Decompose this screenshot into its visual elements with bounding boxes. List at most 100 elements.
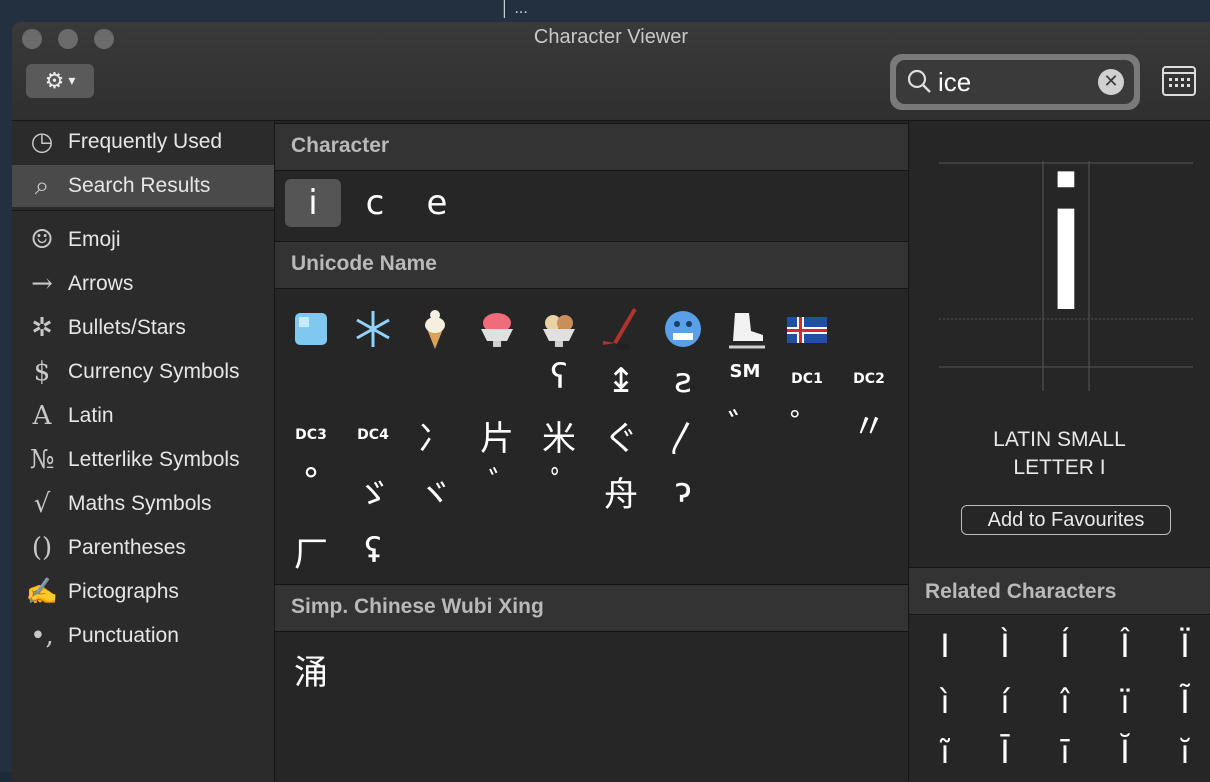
- sidebar-item-parentheses[interactable]: () Parentheses: [12, 527, 274, 569]
- soft-ice-cream-icon[interactable]: [407, 305, 463, 353]
- ice-cream-icon[interactable]: [531, 305, 587, 353]
- sidebar-item-label: Frequently Used: [68, 130, 223, 153]
- related-char[interactable]: ĩ: [925, 733, 965, 777]
- related-char[interactable]: Í: [1045, 627, 1085, 671]
- char-cell[interactable]: ﾟ: [531, 457, 587, 505]
- writing-hand-icon: ✍: [25, 577, 59, 607]
- section-header-character: Character: [275, 123, 908, 171]
- chevron-down-icon: ▾: [68, 73, 76, 89]
- magnifier-icon: [907, 69, 931, 93]
- snowflake-icon[interactable]: [345, 305, 401, 353]
- sidebar-item-bullets-stars[interactable]: ✲ Bullets/Stars: [12, 307, 274, 349]
- char-cell[interactable]: ゛: [717, 399, 773, 447]
- sidebar-item-arrows[interactable]: → Arrows: [12, 263, 274, 305]
- char-cell[interactable]: ʢ: [345, 527, 401, 575]
- related-char[interactable]: í: [985, 683, 1025, 727]
- char-cell[interactable]: ƨ: [655, 357, 711, 405]
- related-char[interactable]: ï: [1105, 683, 1145, 727]
- char-cell[interactable]: ⾈: [593, 467, 649, 515]
- related-char[interactable]: î: [1045, 683, 1085, 727]
- add-to-favourites-button[interactable]: Add to Favourites: [961, 505, 1171, 535]
- char-cell[interactable]: ぐ: [593, 411, 649, 459]
- related-characters-header: Related Characters: [909, 567, 1210, 615]
- ice-hockey-icon[interactable]: [593, 305, 649, 353]
- sidebar-item-label: Bullets/Stars: [68, 316, 186, 339]
- char-cell[interactable]: DC3: [283, 411, 339, 459]
- char-cell[interactable]: c: [347, 179, 403, 227]
- char-cell[interactable]: ヾ: [407, 467, 463, 515]
- sidebar-item-label: Pictographs: [68, 580, 179, 603]
- char-cell[interactable]: 〳: [655, 411, 711, 459]
- sidebar-item-label: Letterlike Symbols: [68, 448, 240, 471]
- clear-search-icon[interactable]: ✕: [1098, 69, 1124, 95]
- related-char[interactable]: Ì: [985, 627, 1025, 671]
- char-cell[interactable]: DC1: [779, 355, 835, 403]
- sidebar-item-frequently-used[interactable]: ◷ Frequently Used: [12, 121, 274, 163]
- related-char[interactable]: ĭ: [1165, 733, 1205, 777]
- char-cell[interactable]: DC2: [841, 355, 897, 403]
- related-char[interactable]: ì: [925, 683, 965, 727]
- sidebar-item-latin[interactable]: A Latin: [12, 395, 274, 437]
- char-cell[interactable]: 冫: [407, 411, 463, 459]
- related-char[interactable]: Î: [1105, 627, 1145, 671]
- sqrt-icon: √: [33, 489, 51, 519]
- char-cell[interactable]: °: [283, 457, 339, 505]
- char-cell[interactable]: 〃: [841, 399, 897, 447]
- iceland-flag-icon[interactable]: [779, 305, 835, 353]
- section-header-wubi: Simp. Chinese Wubi Xing: [275, 584, 908, 632]
- char-cell[interactable]: ɂ: [655, 467, 711, 515]
- keyboard-viewer-icon[interactable]: [1162, 66, 1196, 96]
- char-cell[interactable]: ʕ: [531, 353, 587, 401]
- glyph-large: i: [1044, 138, 1088, 350]
- clock-icon: ◷: [30, 127, 54, 157]
- sidebar-item-maths-symbols[interactable]: √ Maths Symbols: [12, 483, 274, 525]
- char-cell[interactable]: DC4: [345, 411, 401, 459]
- smiley-icon: ☺: [30, 225, 54, 255]
- sidebar-item-search-results[interactable]: ⌕ Search Results: [12, 165, 274, 207]
- char-cell[interactable]: 涌: [283, 645, 339, 693]
- related-char[interactable]: I: [925, 627, 965, 671]
- search-input[interactable]: [938, 64, 1088, 100]
- related-char[interactable]: Ĩ: [1165, 683, 1205, 727]
- char-cell[interactable]: ﾞ: [469, 457, 525, 505]
- related-char[interactable]: Ï: [1165, 627, 1205, 671]
- sidebar-item-letterlike-symbols[interactable]: № Letterlike Symbols: [12, 439, 274, 481]
- latin-a-icon: A: [32, 401, 52, 431]
- search-icon: ⌕: [34, 170, 50, 201]
- related-char[interactable]: Ī: [985, 733, 1025, 777]
- char-cell[interactable]: 米: [531, 411, 587, 459]
- sidebar-item-emoji[interactable]: ☺ Emoji: [12, 219, 274, 261]
- arrow-icon: →: [31, 269, 53, 299]
- related-char[interactable]: ī: [1045, 733, 1085, 777]
- sidebar-item-punctuation[interactable]: •, Punctuation: [12, 615, 274, 657]
- char-cell[interactable]: 片: [469, 411, 525, 459]
- sidebar-item-label: Punctuation: [68, 624, 179, 647]
- gear-icon: ⚙: [44, 68, 65, 94]
- char-cell[interactable]: ⼚: [283, 527, 339, 575]
- char-cell[interactable]: ゜: [779, 399, 835, 447]
- keyboard-glyph-icon: [1164, 72, 1194, 87]
- window-title: Character Viewer: [533, 26, 689, 48]
- sidebar-item-pictographs[interactable]: ✍ Pictographs: [12, 571, 274, 613]
- char-cell[interactable]: ゞ: [345, 467, 401, 515]
- shaved-ice-icon[interactable]: [469, 305, 525, 353]
- results-pane: Character i c e Unicode Name ʕ ↨ ƨ SM DC…: [275, 121, 909, 782]
- char-cell[interactable]: e: [409, 179, 465, 227]
- related-char[interactable]: Ĭ: [1105, 733, 1145, 777]
- sidebar-item-currency-symbols[interactable]: $ Currency Symbols: [12, 351, 274, 393]
- sidebar-item-label: Currency Symbols: [68, 360, 240, 383]
- char-cell[interactable]: i: [285, 179, 341, 227]
- titlebar: Character Viewer ⚙ ▾ ✕: [12, 22, 1210, 121]
- section-header-unicode-name: Unicode Name: [275, 241, 908, 289]
- search-field[interactable]: ✕: [896, 60, 1134, 104]
- char-cell[interactable]: ↨: [593, 357, 649, 405]
- sidebar-item-label: Parentheses: [68, 536, 186, 559]
- parentheses-icon: (): [31, 533, 53, 563]
- search-field-focus-ring: ✕: [890, 54, 1140, 110]
- char-cell[interactable]: SM: [717, 347, 773, 395]
- section-title: Simp. Chinese Wubi Xing: [291, 595, 544, 618]
- ice-cube-icon[interactable]: [283, 305, 339, 353]
- action-menu-button[interactable]: ⚙ ▾: [26, 64, 94, 98]
- cold-face-icon[interactable]: [655, 305, 711, 353]
- ice-skate-icon[interactable]: [717, 305, 773, 353]
